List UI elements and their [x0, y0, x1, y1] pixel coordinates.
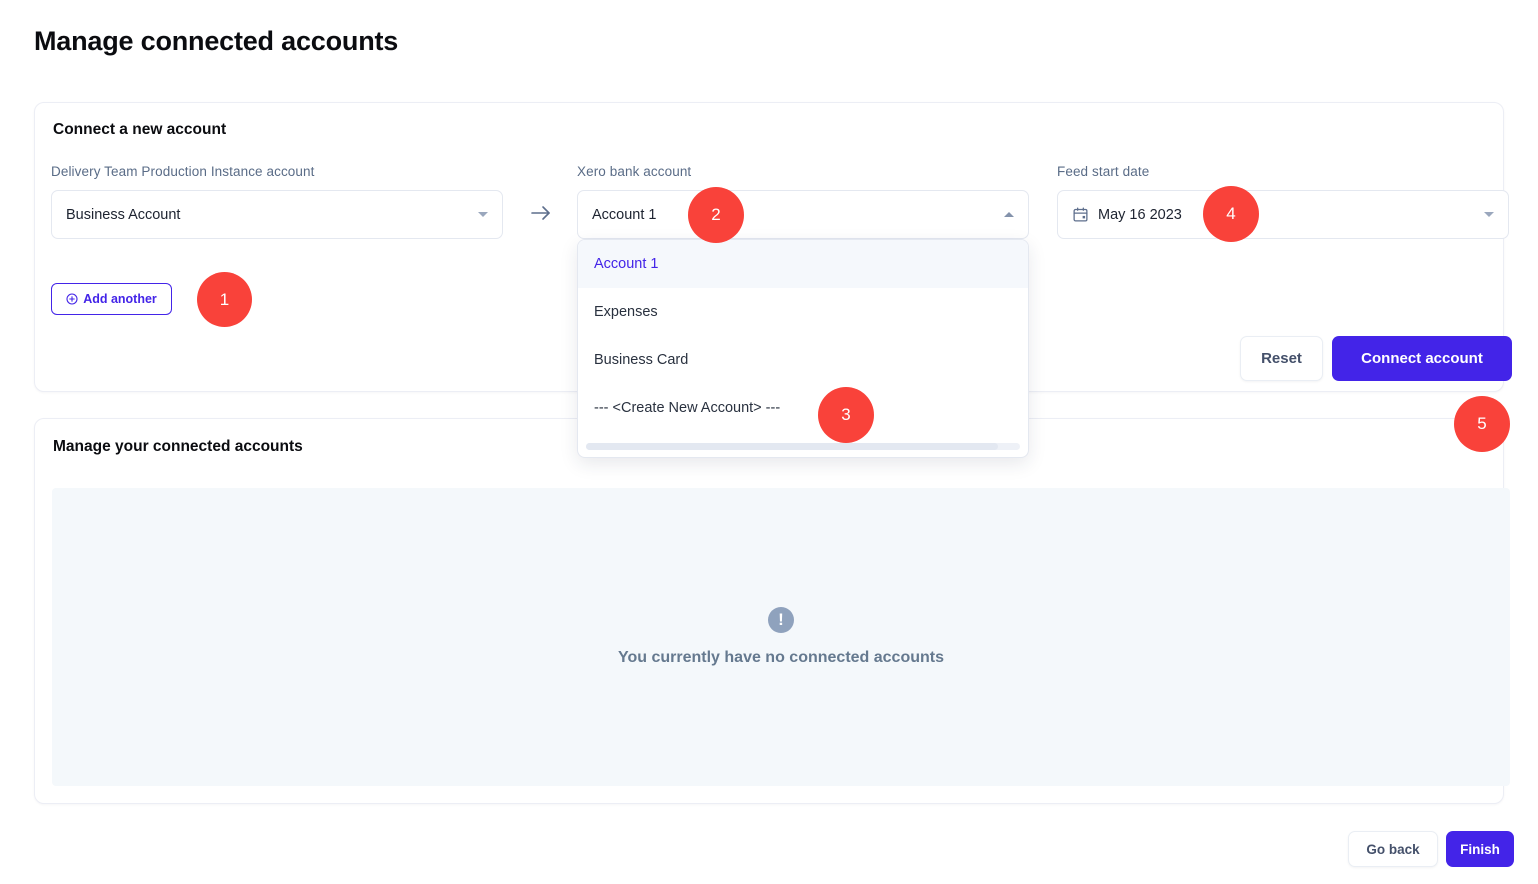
feed-start-date-label: Feed start date — [1057, 164, 1149, 179]
chevron-down-icon — [1484, 212, 1494, 217]
add-another-button[interactable]: Add another — [51, 283, 172, 315]
chevron-down-icon — [478, 212, 488, 217]
xero-bank-account-value: Account 1 — [592, 207, 1004, 223]
dropdown-scrollbar-thumb[interactable] — [586, 443, 998, 450]
exclamation-circle-icon: ! — [768, 607, 794, 633]
dropdown-option-account-1[interactable]: Account 1 — [578, 240, 1028, 288]
source-account-label: Delivery Team Production Instance accoun… — [51, 164, 315, 179]
feed-start-date-select[interactable]: May 16 2023 — [1057, 190, 1509, 239]
source-account-select[interactable]: Business Account — [51, 190, 503, 239]
xero-bank-account-label: Xero bank account — [577, 164, 691, 179]
manage-card-heading: Manage your connected accounts — [53, 438, 303, 456]
dropdown-option-expenses[interactable]: Expenses — [578, 288, 1028, 336]
chevron-up-icon — [1004, 212, 1014, 217]
annotation-badge-3: 3 — [818, 387, 874, 443]
arrow-right-icon — [529, 201, 553, 225]
add-another-label: Add another — [83, 292, 157, 306]
xero-bank-account-select[interactable]: Account 1 — [577, 190, 1029, 239]
dropdown-option-business-card[interactable]: Business Card — [578, 336, 1028, 384]
xero-bank-account-dropdown[interactable]: Account 1 Expenses Business Card --- <Cr… — [577, 239, 1029, 458]
annotation-badge-2: 2 — [688, 187, 744, 243]
dropdown-option-create-new-account[interactable]: --- <Create New Account> --- — [578, 384, 1028, 432]
finish-button[interactable]: Finish — [1446, 831, 1514, 867]
empty-state-panel: ! You currently have no connected accoun… — [52, 488, 1510, 786]
connect-account-button[interactable]: Connect account — [1332, 336, 1512, 381]
page-title: Manage connected accounts — [34, 26, 398, 57]
source-account-value: Business Account — [66, 207, 478, 223]
empty-state-text: You currently have no connected accounts — [618, 649, 944, 667]
feed-start-date-value: May 16 2023 — [1098, 207, 1182, 223]
annotation-badge-1: 1 — [197, 272, 252, 327]
annotation-badge-5: 5 — [1454, 396, 1510, 452]
connect-card-heading: Connect a new account — [53, 121, 226, 139]
reset-button[interactable]: Reset — [1240, 336, 1323, 381]
plus-circle-icon — [66, 293, 78, 305]
dropdown-horizontal-scrollbar[interactable] — [586, 443, 1020, 450]
go-back-button[interactable]: Go back — [1348, 831, 1438, 867]
annotation-badge-4: 4 — [1203, 186, 1259, 242]
calendar-icon — [1072, 206, 1089, 223]
